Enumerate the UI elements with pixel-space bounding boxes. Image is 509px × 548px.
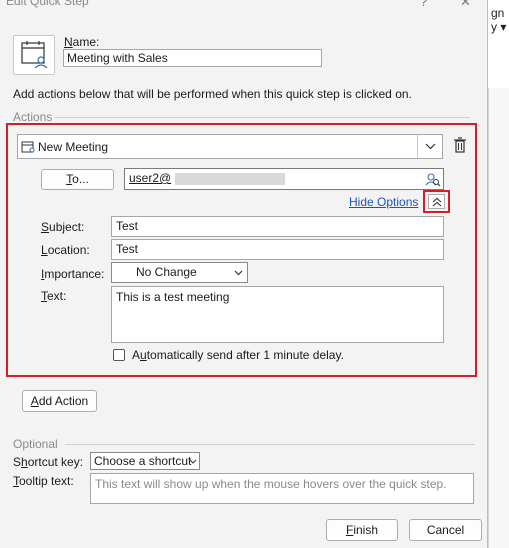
- cancel-button[interactable]: Cancel: [409, 519, 482, 541]
- chevron-down-icon: [234, 270, 243, 276]
- text-body-input[interactable]: This is a test meeting: [111, 286, 444, 343]
- recipient-text: user2@: [129, 171, 172, 185]
- check-names-icon: [425, 173, 441, 187]
- importance-label: Importance:: [41, 267, 105, 281]
- auto-send-label: Automatically send after 1 minute delay.: [132, 348, 344, 362]
- collapse-options-button[interactable]: [428, 194, 445, 209]
- action-type-dropdown[interactable]: New Meeting: [17, 134, 443, 159]
- calendar-icon: [21, 141, 35, 153]
- calendar-person-icon: [21, 41, 48, 69]
- finish-button[interactable]: Finish: [326, 519, 398, 541]
- shortcut-value: Choose a shortcut: [94, 454, 192, 468]
- chevron-down-icon: [189, 459, 197, 464]
- tooltip-text-input[interactable]: This text will show up when the mouse ho…: [90, 473, 474, 504]
- background-app-panel: [488, 88, 509, 548]
- quick-step-icon[interactable]: [13, 35, 55, 75]
- instructions-text: Add actions below that will be performed…: [13, 87, 412, 101]
- shortcut-key-label: Shortcut key:: [13, 455, 84, 469]
- to-recipients-input[interactable]: user2@: [124, 168, 444, 190]
- subject-label: Subject:: [41, 220, 85, 234]
- redacted-recipient: [174, 172, 285, 185]
- name-label: Name:: [64, 35, 100, 49]
- close-button[interactable]: ✕: [460, 0, 471, 10]
- hide-options-link[interactable]: Hide Options: [349, 195, 418, 209]
- background-text: y ▾: [491, 20, 507, 34]
- importance-dropdown[interactable]: No Change: [111, 262, 248, 283]
- delete-icon[interactable]: [453, 137, 467, 153]
- tooltip-placeholder: This text will show up when the mouse ho…: [95, 477, 447, 491]
- to-button[interactable]: To...: [41, 169, 114, 190]
- location-input[interactable]: Test: [111, 239, 444, 260]
- action-type-value: New Meeting: [38, 140, 109, 154]
- optional-section-label: Optional: [13, 437, 58, 451]
- optional-separator: [65, 444, 475, 445]
- chevron-down-icon: [425, 143, 436, 150]
- background-text: gn: [491, 6, 505, 20]
- text-label: Text:: [41, 289, 67, 303]
- dialog-title: Edit Quick Step: [6, 0, 89, 8]
- name-input[interactable]: Meeting with Sales: [63, 49, 322, 67]
- dropdown-button[interactable]: [417, 135, 444, 158]
- actions-separator: [55, 117, 470, 118]
- help-button[interactable]: ?: [420, 0, 427, 9]
- double-chevron-up-icon: [432, 197, 442, 207]
- tooltip-text-label: Tooltip text:: [13, 474, 74, 488]
- location-label: Location:: [41, 243, 90, 257]
- actions-section-label: Actions: [13, 110, 53, 124]
- add-action-button[interactable]: Add Action: [22, 390, 97, 412]
- subject-input[interactable]: Test: [111, 216, 444, 237]
- auto-send-checkbox[interactable]: [113, 349, 125, 361]
- importance-value: No Change: [136, 265, 197, 279]
- shortcut-key-dropdown[interactable]: Choose a shortcut: [90, 452, 200, 470]
